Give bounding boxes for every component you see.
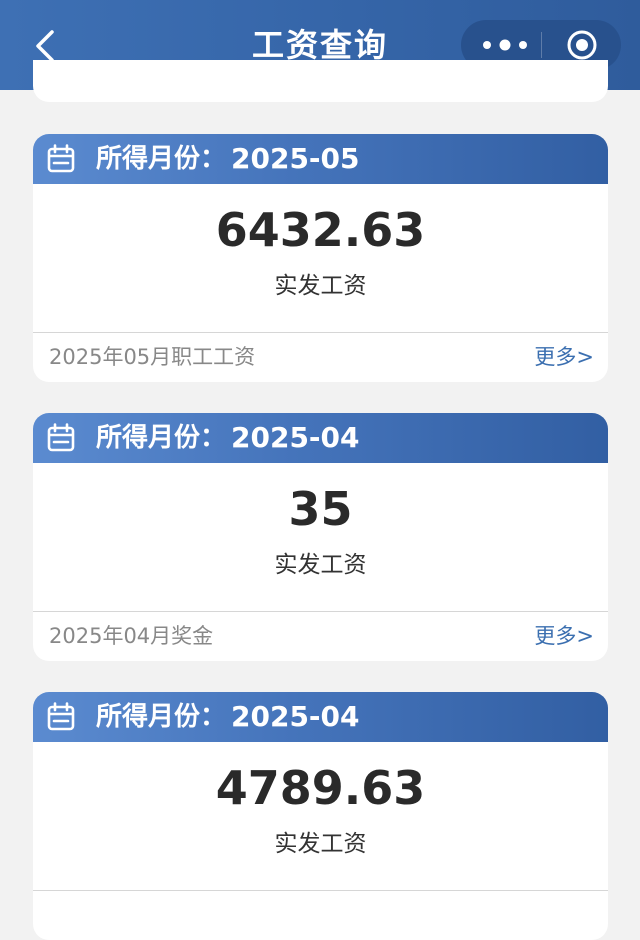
net-salary-label: 实发工资 (274, 831, 367, 857)
more-link[interactable]: 更多> (534, 621, 594, 651)
calendar-icon (47, 144, 75, 173)
previous-card-edge (33, 60, 608, 102)
card-divider (33, 890, 608, 891)
card-divider (33, 332, 608, 333)
net-salary-label: 实发工资 (274, 273, 367, 299)
net-salary-amount: 6432.63 (215, 203, 426, 257)
card-header: 所得月份： 2025-05 (33, 134, 608, 184)
card-divider (33, 611, 608, 612)
salary-card[interactable]: 所得月份： 2025-05 6432.63 实发工资 2025年05月职工工资 … (33, 134, 608, 382)
month-label: 所得月份： (96, 423, 227, 453)
net-salary-label: 实发工资 (274, 552, 367, 578)
month-value: 2025-04 (231, 421, 360, 454)
net-salary-amount: 35 (288, 482, 353, 536)
salary-card[interactable]: 所得月份： 2025-04 35 实发工资 2025年04月奖金 更多> (33, 413, 608, 661)
capsule-divider (541, 32, 542, 58)
salary-description: 2025年04月奖金 (49, 624, 214, 648)
salary-description: 2025年05月职工工资 (49, 345, 256, 369)
more-link[interactable]: 更多> (534, 342, 594, 372)
target-icon[interactable] (557, 25, 607, 65)
card-header: 所得月份： 2025-04 (33, 413, 608, 463)
card-header: 所得月份： 2025-04 (33, 692, 608, 742)
more-dots-icon[interactable] (475, 25, 535, 65)
month-value: 2025-05 (231, 142, 360, 175)
month-label: 所得月份： (96, 702, 227, 732)
salary-card[interactable]: 所得月份： 2025-04 4789.63 实发工资 (33, 692, 608, 940)
month-label: 所得月份： (96, 144, 227, 174)
calendar-icon (47, 702, 75, 731)
calendar-icon (47, 423, 75, 452)
net-salary-amount: 4789.63 (215, 761, 426, 815)
month-value: 2025-04 (231, 700, 360, 733)
